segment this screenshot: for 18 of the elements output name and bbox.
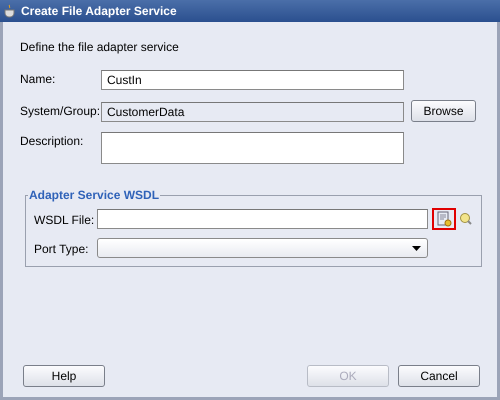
port-type-dropdown[interactable]	[97, 238, 428, 258]
group-title: Adapter Service WSDL	[28, 188, 160, 202]
input-field[interactable]: CustIn	[101, 70, 404, 90]
help-button[interactable]: Help	[23, 365, 105, 387]
dropdown-arrow-icon	[412, 246, 421, 250]
field-label: System/Group:	[20, 103, 101, 118]
field-label: WSDL File:	[34, 212, 96, 227]
document-icon	[436, 211, 452, 227]
field-label: Description:	[20, 133, 84, 148]
dialog-button[interactable]: Cancel	[398, 365, 480, 387]
description-field[interactable]	[101, 132, 404, 164]
intro-text: Define the file adapter service	[20, 40, 180, 54]
window-title: Create File Adapter Service	[21, 4, 177, 18]
wsdl-file-field[interactable]	[97, 209, 428, 229]
cup-icon	[3, 4, 17, 18]
field-label: Name:	[20, 71, 56, 86]
browse-file-button[interactable]	[432, 208, 456, 230]
field-label: Port Type:	[34, 241, 90, 256]
